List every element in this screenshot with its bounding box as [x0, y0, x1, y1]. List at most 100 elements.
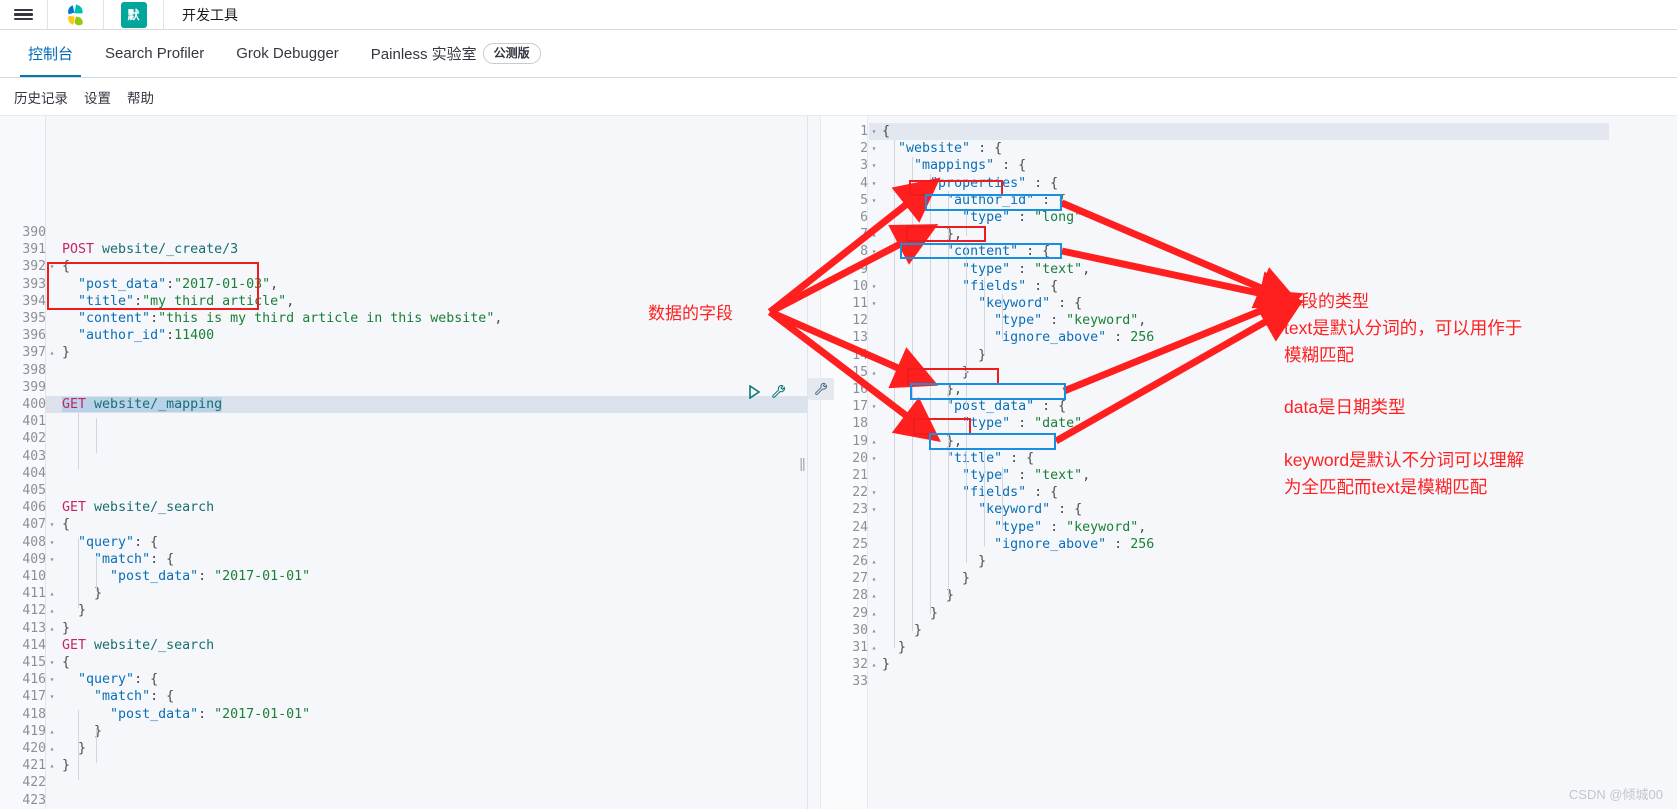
- line-number: 393: [22, 276, 46, 292]
- code-line: GET website/_search: [62, 637, 215, 653]
- line-number: 399: [22, 379, 46, 395]
- fold-collapse-icon[interactable]: ▾: [869, 123, 879, 140]
- fold-expand-icon[interactable]: ▴: [47, 757, 57, 774]
- fold-expand-icon[interactable]: ▴: [869, 347, 879, 364]
- code-line: }: [882, 571, 971, 587]
- play-request-icon[interactable]: [748, 384, 761, 399]
- fold-collapse-icon[interactable]: ▾: [869, 450, 879, 467]
- code-line: GET website/_mapping: [62, 397, 223, 412]
- line-number: 10: [852, 278, 868, 294]
- line-number: 11: [852, 296, 868, 311]
- code-line: "query": {: [78, 534, 159, 550]
- fold-collapse-icon[interactable]: ▾: [47, 688, 57, 705]
- line-number: 27: [852, 571, 868, 587]
- fold-collapse-icon[interactable]: ▾: [869, 192, 879, 209]
- fold-expand-icon[interactable]: ▴: [47, 344, 57, 361]
- indent-guide: [96, 556, 97, 591]
- fold-expand-icon[interactable]: ▴: [869, 553, 879, 570]
- tab-grok-debugger[interactable]: Grok Debugger: [220, 30, 355, 77]
- code-line: "type" : "keyword",: [994, 519, 1147, 535]
- wrench-icon[interactable]: [771, 384, 786, 399]
- indent-guide: [966, 243, 967, 373]
- fold-collapse-icon[interactable]: ▾: [47, 654, 57, 671]
- code-line: "type" : "text",: [962, 261, 1091, 277]
- code-line: }: [882, 554, 987, 569]
- code-line: POST website/_create/3: [62, 242, 239, 258]
- code-line: }: [62, 620, 71, 636]
- line-number: 13: [852, 330, 868, 346]
- elastic-kibana-logo-icon[interactable]: [48, 0, 104, 30]
- code-line: "post_data": "2017-01-01": [110, 569, 311, 584]
- fold-collapse-icon[interactable]: ▾: [869, 175, 879, 192]
- line-number: 415: [22, 655, 46, 670]
- fold-expand-icon[interactable]: ▴: [869, 587, 879, 604]
- line-number: 25: [852, 536, 868, 552]
- fold-expand-icon[interactable]: ▴: [869, 433, 879, 450]
- fold-expand-icon[interactable]: ▴: [869, 622, 879, 639]
- line-number: 395: [22, 311, 46, 326]
- fold-collapse-icon[interactable]: ▾: [869, 295, 879, 312]
- code-line: }: [62, 603, 87, 619]
- fold-expand-icon[interactable]: ▴: [47, 620, 57, 637]
- fold-expand-icon[interactable]: ▴: [869, 656, 879, 673]
- code-line: "title" : {: [946, 450, 1035, 466]
- tab-console[interactable]: 控制台: [12, 30, 89, 77]
- fold-collapse-icon[interactable]: ▾: [869, 157, 879, 174]
- line-number: 391: [22, 242, 46, 258]
- line-number: 416: [22, 672, 46, 688]
- fold-expand-icon[interactable]: ▴: [47, 602, 57, 619]
- line-number: 6: [860, 210, 868, 225]
- fold-collapse-icon[interactable]: ▾: [869, 398, 879, 415]
- indent-guide: [78, 400, 79, 470]
- response-output[interactable]: 1 ▾{2 ▾ "website" : {3 ▾ "mappings" : {4 ▾ "…: [808, 116, 1677, 809]
- indent-guide: [96, 418, 97, 453]
- fold-collapse-icon[interactable]: ▾: [869, 501, 879, 518]
- code-line: }: [882, 657, 891, 673]
- output-wrench-icon[interactable]: [808, 378, 834, 400]
- line-number: 401: [22, 414, 46, 430]
- code-line: GET website/_search: [62, 500, 215, 516]
- space-selector[interactable]: 默: [104, 0, 164, 30]
- fold-collapse-icon[interactable]: ▾: [47, 516, 57, 533]
- submenu-help[interactable]: 帮助: [127, 87, 154, 107]
- submenu-history[interactable]: 历史记录: [14, 87, 68, 107]
- breadcrumb[interactable]: 开发工具: [164, 0, 256, 30]
- dev-tools-tab-strip: 控制台 Search Profiler Grok Debugger Painle…: [0, 30, 1677, 78]
- fold-expand-icon[interactable]: ▴: [869, 605, 879, 622]
- fold-collapse-icon[interactable]: ▾: [47, 534, 57, 551]
- line-number: 30: [852, 622, 868, 638]
- fold-expand-icon[interactable]: ▴: [869, 226, 879, 243]
- tab-painless-lab[interactable]: Painless 实验室 公测版: [355, 30, 557, 77]
- line-number: 392: [22, 259, 46, 275]
- fold-collapse-icon[interactable]: ▾: [869, 140, 879, 157]
- fold-expand-icon[interactable]: ▴: [47, 585, 57, 602]
- fold-collapse-icon[interactable]: ▾: [47, 258, 57, 275]
- submenu-settings[interactable]: 设置: [84, 87, 111, 107]
- line-number: 417: [22, 689, 46, 705]
- fold-collapse-icon[interactable]: ▾: [869, 484, 879, 501]
- line-number: 9: [860, 261, 868, 277]
- request-editor[interactable]: 390 391 POST website/_create/3 392 ▾{393 "po…: [0, 116, 808, 809]
- line-number: 17: [852, 399, 868, 415]
- fold-collapse-icon[interactable]: ▾: [47, 671, 57, 688]
- panel-splitter[interactable]: ||: [797, 116, 807, 809]
- tab-search-profiler[interactable]: Search Profiler: [89, 30, 220, 77]
- fold-expand-icon[interactable]: ▴: [869, 639, 879, 656]
- fold-collapse-icon[interactable]: ▾: [47, 551, 57, 568]
- fold-expand-icon[interactable]: ▴: [869, 570, 879, 587]
- indent-guide: [1002, 467, 1003, 529]
- fold-expand-icon[interactable]: ▴: [47, 723, 57, 740]
- hamburger-menu-icon[interactable]: [0, 0, 48, 30]
- line-number: 28: [852, 588, 868, 604]
- fold-collapse-icon[interactable]: ▾: [869, 243, 879, 260]
- fold-expand-icon[interactable]: ▴: [869, 364, 879, 381]
- line-number: 14: [852, 347, 868, 363]
- fold-expand-icon[interactable]: ▴: [869, 381, 879, 398]
- breadcrumb-label: 开发工具: [182, 6, 238, 23]
- beta-badge: 公测版: [482, 43, 541, 64]
- code-line: }: [62, 741, 87, 756]
- code-line: "ignore_above" : 256: [994, 536, 1155, 552]
- fold-collapse-icon[interactable]: ▾: [869, 278, 879, 295]
- fold-expand-icon[interactable]: ▴: [47, 740, 57, 757]
- indent-guide: [78, 538, 79, 608]
